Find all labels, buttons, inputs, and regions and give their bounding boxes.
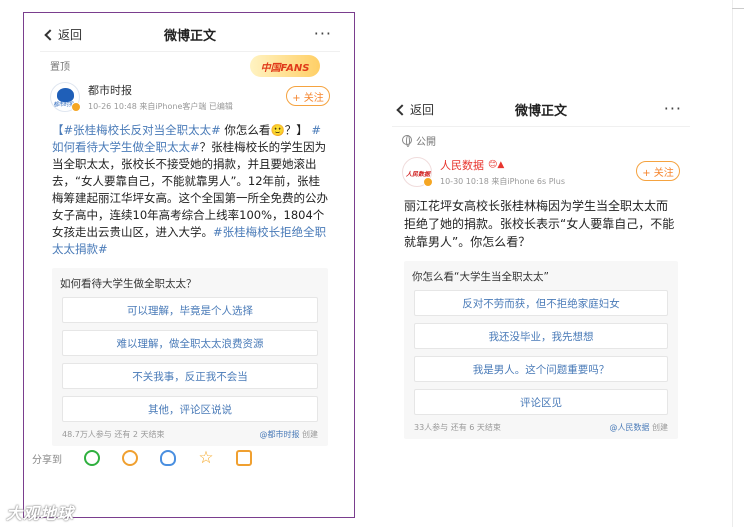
poll-option[interactable]: 其他，评论区说说	[62, 396, 318, 422]
poll-footer: 33人参与 还有 6 天结束 @人民数据 创建	[414, 423, 668, 432]
poll-question: 如何看待大学生做全职太太？	[60, 278, 197, 290]
divider-line	[732, 0, 733, 527]
smile-emoji: 🙂	[270, 123, 285, 137]
poll-option[interactable]: 反对不劳而获，但不拒绝家庭妇女	[414, 290, 668, 316]
follow-button[interactable]: + 关注	[286, 86, 330, 106]
more-icon[interactable]: ···	[664, 99, 682, 118]
screenshot-canvas: 返回 微博正文 ··· 置顶 中国FANS 都市时报 都市时报 10-26 10…	[0, 0, 755, 527]
more-icon[interactable]: ···	[314, 24, 332, 43]
hashtag-link[interactable]: 【#张桂梅校长反对当全职太太#	[52, 123, 221, 137]
poll-stats: 33人参与 还有 6 天结束	[414, 423, 501, 432]
author-name[interactable]: 人民数据 😊▲	[440, 157, 565, 173]
visibility-label: 公開	[416, 136, 436, 148]
watermark-logo: 大观地球	[6, 504, 75, 523]
star-icon[interactable]: ☆	[198, 450, 214, 467]
back-label: 返回	[410, 103, 435, 117]
fans-badge[interactable]: 中国FANS	[250, 55, 320, 77]
poll-option[interactable]: 难以理解，做全职太太浪费资源	[62, 330, 318, 356]
avatar[interactable]: 人民数据	[402, 157, 433, 187]
back-button[interactable]: 返回	[44, 26, 83, 43]
back-button[interactable]: 返回	[396, 101, 435, 118]
qq-icon[interactable]	[160, 450, 176, 466]
poll-card: 如何看待大学生做全职太太？ 可以理解，毕竟是个人选择 难以理解，做全职太太浪费资…	[52, 268, 328, 446]
weibo-post-left: 返回 微博正文 ··· 置顶 中国FANS 都市时报 都市时报 10-26 10…	[40, 18, 340, 446]
moments-icon[interactable]	[122, 450, 138, 466]
divider-tick	[732, 8, 744, 9]
nav-bar: 返回 微博正文 ···	[392, 93, 690, 127]
page-title: 微博正文	[163, 29, 216, 44]
avatar[interactable]: 都市时报	[50, 82, 81, 112]
poll-option[interactable]: 我还没毕业，我先想想	[414, 323, 668, 349]
post-text: 丽江花坪女高校长张桂林梅因为学生当全职太太而拒绝了她的捐款。张校长表示“女人要靠…	[404, 199, 675, 249]
poll-creator-link[interactable]: @都市时报	[259, 430, 299, 439]
globe-icon	[402, 135, 412, 147]
post-time: 10-26 10:48 来自iPhone客户端 已编辑	[88, 102, 233, 111]
poll-option[interactable]: 我是男人。这个问题重要吗？	[414, 356, 668, 382]
share-label: 分享到	[32, 454, 62, 466]
poll-creator-link[interactable]: @人民数据	[609, 423, 649, 432]
image-share-icon[interactable]	[236, 450, 252, 466]
poll-card: 你怎么看“大学生当全职太太” 反对不劳而获，但不拒绝家庭妇女 我还没毕业，我先想…	[404, 261, 678, 439]
wechat-icon[interactable]	[84, 450, 100, 466]
poll-stats: 48.7万人参与 还有 2 天结束	[62, 430, 165, 439]
poll-option[interactable]: 评论区见	[414, 389, 668, 415]
pinned-row: 置顶 中国FANS	[40, 52, 340, 78]
back-label: 返回	[58, 28, 83, 42]
author-row: 人民数据 人民数据 😊▲ 10-30 10:18 来自iPhone 6s Plus…	[392, 153, 690, 193]
poll-option[interactable]: 可以理解，毕竟是个人选择	[62, 297, 318, 323]
poll-question: 你怎么看“大学生当全职太太”	[412, 271, 549, 283]
author-row: 都市时报 都市时报 10-26 10:48 来自iPhone客户端 已编辑 + …	[40, 78, 340, 118]
member-badge-icon: 😊▲	[488, 160, 505, 170]
page-title: 微博正文	[514, 104, 567, 119]
logo-icon	[57, 88, 74, 102]
post-text: 【#张桂梅校长反对当全职太太# 你怎么看🙂？】 #如何看待大学生做全职太太#？张…	[52, 123, 328, 256]
post-time: 10-30 10:18 来自iPhone 6s Plus	[440, 177, 566, 186]
author-name[interactable]: 都市时报	[88, 82, 233, 98]
visibility-row: 公開	[392, 127, 690, 153]
chevron-left-icon	[396, 103, 408, 116]
follow-button[interactable]: + 关注	[636, 161, 680, 181]
verified-icon	[71, 102, 81, 112]
poll-option[interactable]: 不关我事，反正我不会当	[62, 363, 318, 389]
chevron-left-icon	[44, 28, 56, 41]
verified-icon	[423, 177, 433, 187]
poll-footer: 48.7万人参与 还有 2 天结束 @都市时报 创建	[62, 430, 318, 439]
pinned-label: 置顶	[50, 61, 70, 73]
weibo-post-right: 返回 微博正文 ··· 公開 人民数据 人民数据 😊▲ 10-30 10:18 来…	[392, 93, 690, 439]
share-bar: 分享到 ☆	[32, 450, 252, 467]
nav-bar: 返回 微博正文 ···	[40, 18, 340, 52]
